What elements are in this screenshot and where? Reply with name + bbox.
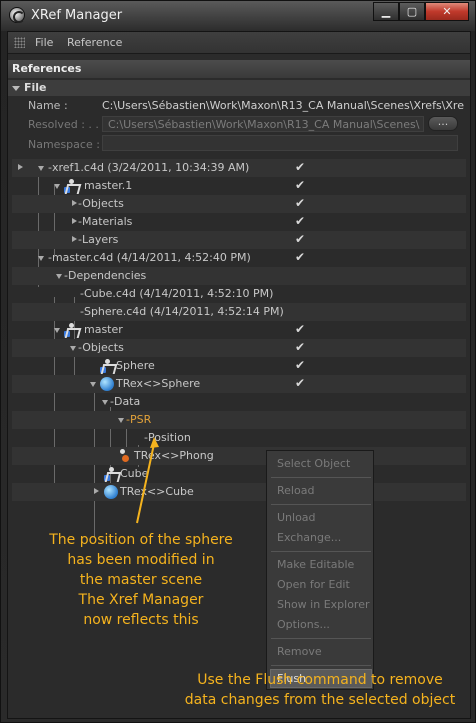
arrow-shaft <box>136 443 155 524</box>
annotation-arrow <box>136 437 159 524</box>
xref-manager-window: XRef Manager ▁ ▢ ✕ File Reference Refere… <box>0 0 476 723</box>
arrow-head <box>150 437 159 448</box>
